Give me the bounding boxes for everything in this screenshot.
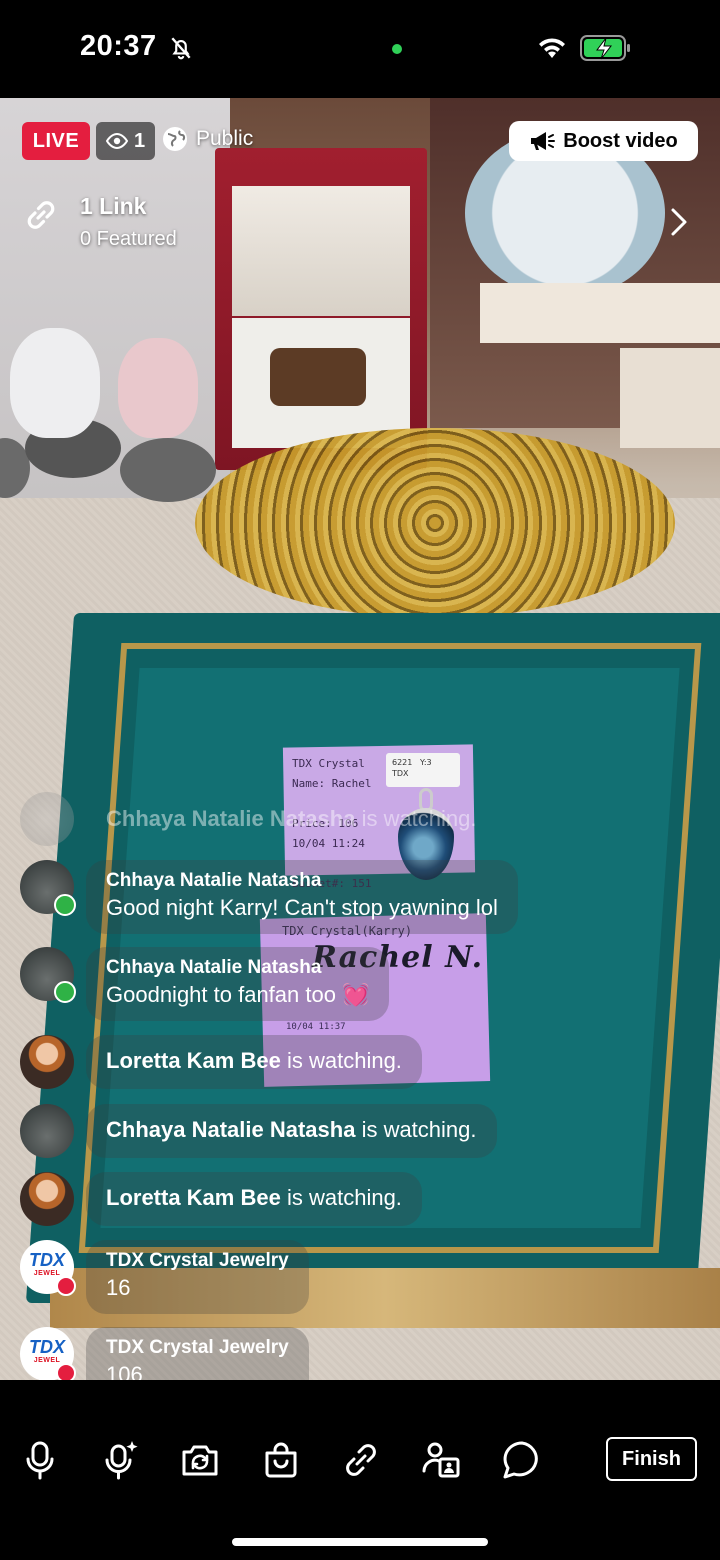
online-badge-icon [54,894,76,916]
viewer-count-value: 1 [134,129,146,152]
comment-text: 16 [106,1275,131,1300]
avatar[interactable] [20,1104,74,1158]
finish-button[interactable]: Finish [606,1437,697,1481]
eye-icon [106,133,128,149]
comment-bubble: Chhaya Natalie Natasha is watching. [86,792,497,847]
avatar[interactable] [20,792,74,846]
privacy-indicator-dot [392,44,402,54]
crystal-rabbit-figurine [10,328,100,438]
clock: 20:37 [80,30,157,62]
person-board-icon[interactable] [421,1440,461,1480]
comment-text: Good night Karry! Can't stop yawning lol [106,895,498,920]
comment-item: Loretta Kam Bee is watching. [20,1035,422,1089]
status-bar: 20:37 [0,0,720,98]
live-badge: LIVE [22,122,90,160]
comment-bubble[interactable]: Chhaya Natalie Natasha Goodnight to fanf… [86,947,390,1021]
jewelry-box-lid [232,186,410,316]
microphone-icon[interactable] [20,1440,60,1480]
chevron-right-icon[interactable] [668,206,690,238]
comment-bubble[interactable]: Chhaya Natalie Natasha Good night Karry!… [86,860,518,934]
comment-item: TDX JEWEL TDX Crystal Jewelry 16 [20,1240,309,1314]
viewer-count[interactable]: 1 [96,122,156,160]
avatar[interactable] [20,860,76,916]
commenter-name[interactable]: TDX Crystal Jewelry [106,1249,289,1273]
comment-text: is watching. [286,1048,402,1073]
comment-bubble[interactable]: TDX Crystal Jewelry 16 [86,1240,309,1314]
comment-item: Loretta Kam Bee is watching. [20,1172,422,1226]
display-stand [480,283,720,343]
comment-bubble[interactable]: Chhaya Natalie Natasha is watching. [86,1104,497,1158]
comment-item: Chhaya Natalie Natasha is watching. [20,1104,497,1158]
stone-base [120,438,216,502]
link-icon[interactable] [341,1440,381,1480]
battery-charging-icon [580,35,630,61]
commenter-name[interactable]: Loretta Kam Bee [106,1048,281,1073]
commenter-name[interactable]: Chhaya Natalie Natasha [106,1117,355,1142]
comment-bubble[interactable]: Loretta Kam Bee is watching. [86,1035,422,1089]
avatar[interactable] [20,1172,74,1226]
avatar[interactable] [20,1035,74,1089]
globe-icon [163,127,187,151]
product-tag-text: 6221 Y:3 TDX [392,758,432,778]
online-badge-icon [54,981,76,1003]
comment-bubble[interactable]: Loretta Kam Bee is watching. [86,1172,422,1226]
home-indicator[interactable] [232,1538,488,1546]
link-icon[interactable] [22,196,60,234]
comment-item: Chhaya Natalie Natasha Goodnight to fanf… [20,947,390,1021]
shopping-bag-icon[interactable] [261,1440,301,1480]
commenter-name[interactable]: TDX Crystal Jewelry [106,1336,289,1360]
links-featured-count: 0 Featured [80,228,177,250]
commenter-name[interactable]: Chhaya Natalie Natasha [106,869,498,893]
commenter-name[interactable]: Chhaya Natalie Natasha [106,806,355,831]
comment-text: is watching. [361,806,477,831]
live-badge-icon [56,1276,76,1296]
boost-video-label: Boost video [563,129,678,152]
visibility-indicator[interactable]: Public [162,126,253,152]
bell-slash-icon [171,37,191,60]
visibility-label: Public [196,127,254,150]
comment-item: Chhaya Natalie Natasha is watching. [20,792,497,847]
megaphone-icon [531,132,556,150]
avatar[interactable]: TDX JEWEL [20,1240,76,1296]
camera-flip-icon[interactable] [180,1440,220,1480]
comment-bubble-icon[interactable] [502,1440,542,1480]
mic-sparkle-icon[interactable] [100,1440,140,1480]
wood-display [270,348,366,406]
rose-quartz-rabbit-figurine [118,338,198,438]
commenter-name[interactable]: Chhaya Natalie Natasha [106,956,369,980]
comment-text: is watching. [361,1117,477,1142]
boost-video-button[interactable]: Boost video [509,121,698,161]
commenter-name[interactable]: Loretta Kam Bee [106,1185,281,1210]
wifi-icon [539,38,565,58]
order-ticket-date: 10/04 11:37 [286,1022,346,1032]
display-stand-lower [620,348,720,448]
comment-text: is watching. [286,1185,402,1210]
avatar[interactable] [20,947,76,1003]
comment-text: Goodnight to fanfan too 💓 [106,982,370,1007]
links-title[interactable]: 1 Link [80,193,146,220]
gold-bracelets-pile [195,428,675,618]
avatar[interactable]: TDX JEWEL [20,1327,76,1383]
comment-item: Chhaya Natalie Natasha Good night Karry!… [20,860,518,934]
